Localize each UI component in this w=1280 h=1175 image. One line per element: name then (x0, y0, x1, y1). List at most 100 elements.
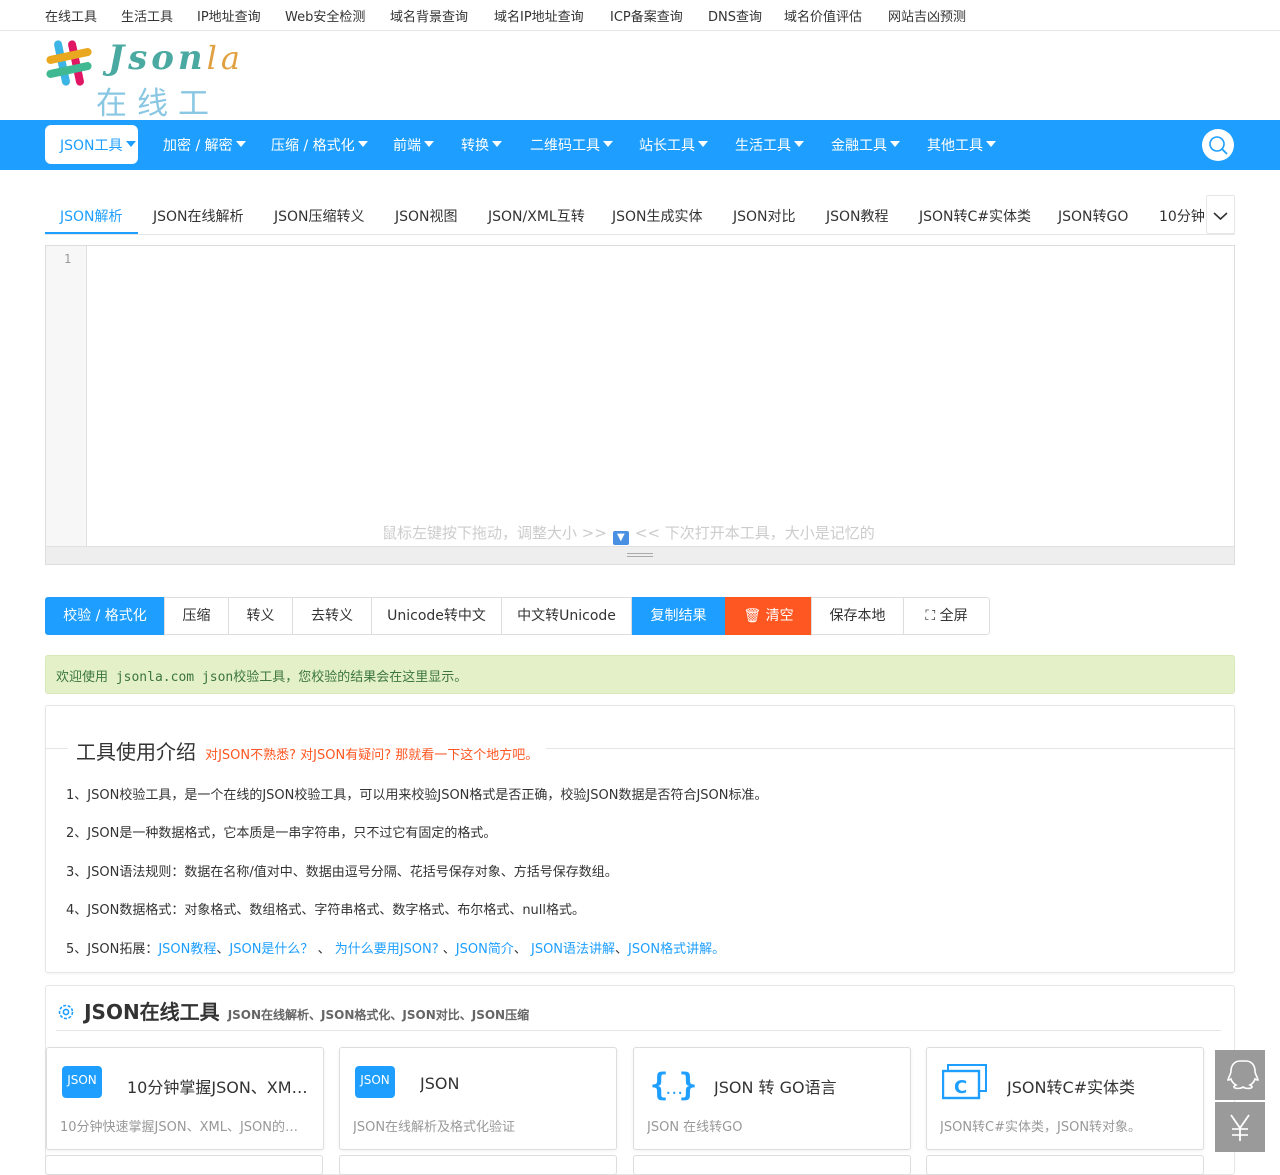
json-badge-icon: JSON (355, 1066, 395, 1098)
tabs-more-button[interactable] (1206, 195, 1235, 234)
card-title: JSON 转 GO语言 (714, 1078, 837, 1097)
tool-card[interactable]: JSON JSON JSON在线解析及格式化验证 (339, 1047, 617, 1150)
escape-button[interactable]: 转义 (228, 597, 293, 635)
toplink-domain-background[interactable]: 域名背景查询 (390, 6, 468, 25)
tools-divider (56, 1030, 1221, 1031)
save-local-button[interactable]: 保存本地 (811, 597, 904, 635)
toplink-web-security[interactable]: Web安全检测 (285, 6, 365, 25)
fullscreen-button[interactable]: ⛶ 全屏 (903, 597, 990, 635)
intro-subtitle: 对JSON不熟悉? 对JSON有疑问? 那就看一下这个地方吧。 (205, 748, 539, 763)
tab-json-online-parse[interactable]: JSON在线解析 (153, 206, 244, 226)
nav-life[interactable]: 生活工具 (735, 135, 804, 155)
svg-text:C: C (954, 1077, 967, 1098)
toplink-online-tools[interactable]: 在线工具 (45, 6, 97, 25)
json-editor[interactable]: 1 鼠标左键按下拖动，调整大小 >> ▼ << 下次打开本工具，大小是记忆的 (45, 245, 1235, 565)
down-arrow-icon: ▼ (612, 531, 629, 545)
link-json-syntax[interactable]: JSON语法讲解 (531, 942, 615, 957)
card-title: 10分钟掌握JSON、XML、JSON (127, 1078, 312, 1097)
tab-json-tutorial[interactable]: JSON教程 (826, 206, 889, 226)
tab-json-view[interactable]: JSON视图 (395, 206, 458, 226)
card-desc: 10分钟快速掌握JSON、XML、JSON的区别 (60, 1120, 310, 1135)
tool-card[interactable] (633, 1155, 911, 1175)
tab-json-csharp[interactable]: JSON转C#实体类 (919, 206, 1031, 226)
link-why-json[interactable]: 为什么要用JSON? (335, 942, 439, 957)
qq-icon (1226, 1060, 1260, 1090)
intro-line-5: 5、JSON拓展：JSON教程、JSON是什么？ 、 为什么要用JSON? 、J… (66, 942, 726, 957)
editor-content[interactable] (88, 246, 1234, 546)
nav-webmaster[interactable]: 站长工具 (639, 135, 708, 155)
tool-intro-panel: 工具使用介绍 对JSON不熟悉? 对JSON有疑问? 那就看一下这个地方吧。 1… (45, 705, 1235, 973)
nav-frontend[interactable]: 前端 (393, 135, 434, 155)
copy-result-button[interactable]: 复制结果 (632, 597, 725, 635)
clear-button[interactable]: 🗑 清空 (725, 597, 812, 635)
yuan-icon (1230, 1114, 1250, 1141)
compress-button[interactable]: 压缩 (164, 597, 229, 635)
site-logo[interactable]: Jsonla 在线工具 (44, 36, 254, 167)
top-links-bar: 在线工具 生活工具 IP地址查询 Web安全检测 域名背景查询 域名IP地址查询… (0, 0, 1280, 31)
tab-json-entity[interactable]: JSON生成实体 (612, 206, 703, 226)
intro-line-4: 4、JSON数据格式：对象格式、数组格式、字符串格式、数字格式、布尔格式、nul… (66, 903, 586, 918)
link-json-tutorial[interactable]: JSON教程 (158, 942, 216, 957)
tool-card[interactable]: {…} JSON 转 GO语言 JSON 在线转GO (633, 1047, 911, 1150)
nav-qrcode[interactable]: 二维码工具 (530, 135, 613, 155)
toplink-icp[interactable]: ICP备案查询 (610, 6, 683, 25)
nav-search-button[interactable] (1202, 129, 1234, 161)
chinese-to-unicode-button[interactable]: 中文转Unicode (501, 597, 632, 635)
tool-card[interactable] (339, 1155, 617, 1175)
link-json-intro[interactable]: JSON简介 (456, 942, 514, 957)
editor-resize-handle[interactable] (46, 546, 1234, 564)
intro-title: 工具使用介绍 (76, 740, 196, 764)
tab-json-xml[interactable]: JSON/XML互转 (488, 206, 585, 226)
nav-convert[interactable]: 转换 (461, 135, 502, 155)
main-nav: JSON工具 加密 / 解密 压缩 / 格式化 前端 转换 二维码工具 站长工具… (0, 120, 1280, 170)
expand-icon: ⛶ (925, 608, 940, 624)
qq-float-button[interactable] (1215, 1050, 1265, 1100)
grip-icon (627, 553, 653, 557)
card-title: JSON (420, 1074, 460, 1093)
unicode-to-chinese-button[interactable]: Unicode转中文 (371, 597, 502, 635)
unescape-button[interactable]: 去转义 (292, 597, 372, 635)
nav-compress-format[interactable]: 压缩 / 格式化 (271, 135, 368, 155)
nav-finance[interactable]: 金融工具 (831, 135, 900, 155)
tab-json-diff[interactable]: JSON对比 (733, 206, 796, 226)
svg-text:}: } (679, 1067, 695, 1103)
tool-card[interactable]: JSON 10分钟掌握JSON、XML、JSON 10分钟快速掌握JSON、XM… (46, 1047, 324, 1150)
nav-encrypt[interactable]: 加密 / 解密 (163, 135, 246, 155)
tool-card[interactable]: C JSON转C#实体类 JSON转C#实体类，JSON转对象。 (926, 1047, 1204, 1150)
intro-legend: 工具使用介绍 对JSON不熟悉? 对JSON有疑问? 那就看一下这个地方吧。 (68, 736, 547, 765)
resize-hint: 鼠标左键按下拖动，调整大小 >> ▼ << 下次打开本工具，大小是记忆的 (382, 524, 875, 545)
json-tools-section: JSON在线工具 JSON在线解析、JSON格式化、JSON对比、JSON压缩 J… (45, 985, 1235, 1175)
link-json-format[interactable]: JSON格式讲解。 (628, 942, 725, 957)
donate-float-button[interactable] (1215, 1102, 1265, 1152)
tab-10min[interactable]: 10分钟 (1159, 206, 1205, 226)
intro-line-1: 1、JSON校验工具，是一个在线的JSON校验工具，可以用来校验JSON格式是否… (66, 788, 768, 803)
editor-gutter: 1 (46, 246, 87, 546)
nav-json-tools[interactable]: JSON工具 (60, 135, 136, 155)
hash-logo-icon (46, 40, 92, 86)
intro-line-3: 3、JSON语法规则：数据在名称/值对中、数据由逗号分隔、花括号保存对象、方括号… (66, 865, 618, 880)
tool-card[interactable] (45, 1155, 323, 1175)
toplink-ip-lookup[interactable]: IP地址查询 (197, 6, 261, 25)
toplink-domain-value[interactable]: 域名价值评估 (784, 6, 862, 25)
toplink-life-tools[interactable]: 生活工具 (121, 6, 173, 25)
tool-card[interactable] (926, 1155, 1204, 1175)
link-what-is-json[interactable]: JSON是什么？ (229, 942, 313, 957)
toplink-site-fortune[interactable]: 网站吉凶预测 (888, 6, 966, 25)
nav-other[interactable]: 其他工具 (927, 135, 996, 155)
active-tab-underline (45, 232, 138, 234)
card-title: JSON转C#实体类 (1007, 1078, 1136, 1097)
tab-json-go[interactable]: JSON转GO (1058, 206, 1128, 226)
card-desc: JSON转C#实体类，JSON转对象。 (940, 1120, 1142, 1135)
card-desc: JSON在线解析及格式化验证 (353, 1120, 516, 1135)
json-badge-icon: JSON (62, 1066, 102, 1098)
tab-json-parse[interactable]: JSON解析 (60, 206, 123, 226)
toplink-domain-ip[interactable]: 域名IP地址查询 (494, 6, 584, 25)
chevron-down-icon (1213, 212, 1228, 221)
search-icon (1209, 136, 1228, 155)
validate-format-button[interactable]: 校验 / 格式化 (45, 597, 165, 635)
json-tabs: JSON解析 JSON在线解析 JSON压缩转义 JSON视图 JSON/XML… (45, 195, 1235, 235)
tools-heading: JSON在线工具 JSON在线解析、JSON格式化、JSON对比、JSON压缩 (57, 996, 529, 1025)
tab-json-compress-escape[interactable]: JSON压缩转义 (274, 206, 365, 226)
line-number: 1 (64, 252, 72, 266)
toplink-dns[interactable]: DNS查询 (708, 6, 762, 25)
